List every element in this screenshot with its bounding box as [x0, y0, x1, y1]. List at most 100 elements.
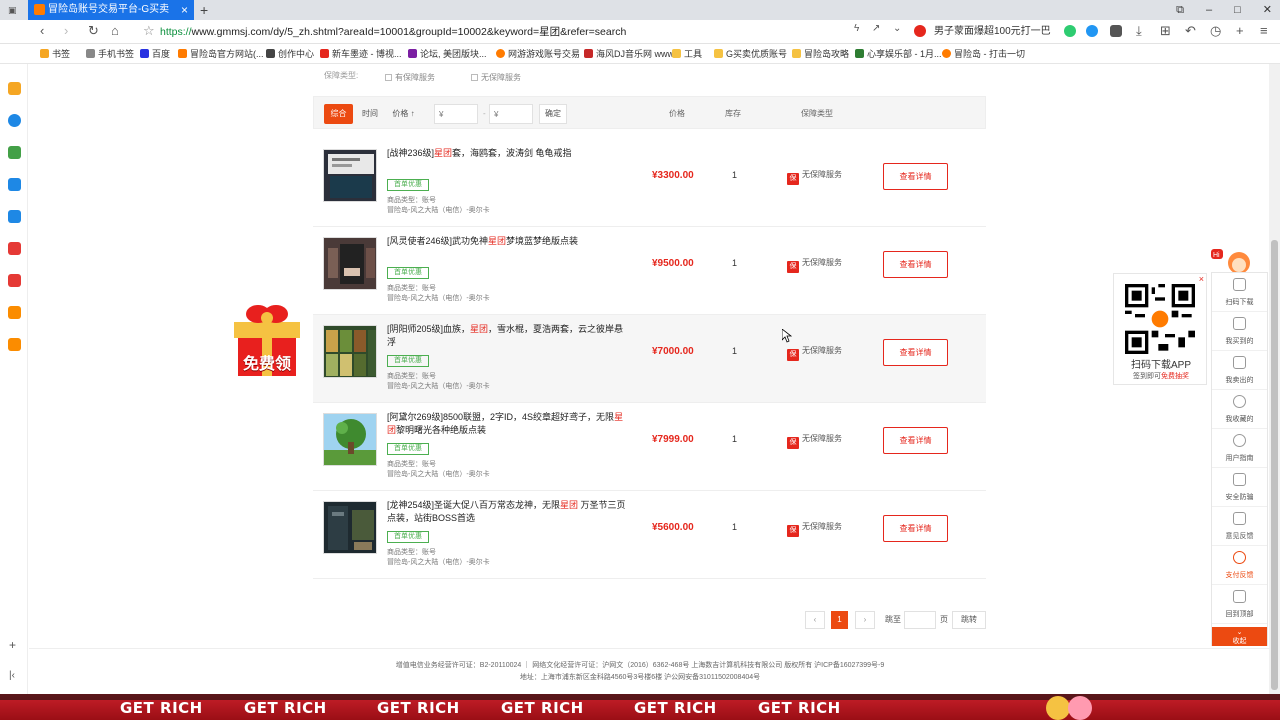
view-detail-button[interactable]: 查看详情 [883, 427, 948, 454]
history-icon[interactable]: ◷ [1210, 23, 1221, 39]
sort-composite-button[interactable]: 综合 [324, 104, 353, 124]
menu-icon[interactable]: ≡ [1260, 23, 1268, 38]
search-icon[interactable] [8, 306, 21, 319]
bookmark-item[interactable]: 冒险岛官方网站(... [178, 47, 264, 61]
checkbox-icon[interactable] [385, 74, 392, 81]
home-icon[interactable]: ⌂ [111, 23, 119, 38]
rightbar-anti-fraud[interactable]: 安全防骗 [1212, 468, 1267, 507]
extension-green-icon[interactable] [1064, 25, 1076, 37]
listing-row[interactable]: [阴阳师205级]血族，星团，雪水棍，夏浩两套，云之彼岸悬浮 首单优惠 商品类型… [313, 315, 986, 403]
price-max-input[interactable] [489, 104, 533, 124]
video-icon[interactable] [8, 242, 21, 255]
browser-tab-active[interactable]: 冒险岛账号交易平台-G买卖 × [28, 0, 194, 20]
bookmark-item[interactable]: 手机书签 [86, 47, 134, 61]
bookmark-folder[interactable]: G买卖优质账号 [714, 47, 787, 61]
app-download-card[interactable]: × 扫码下载APP 签到即可免费抽奖 [1113, 273, 1207, 385]
download-icon[interactable]: ⤓ [1136, 23, 1142, 39]
pager-page-1[interactable]: 1 [831, 611, 848, 629]
back-icon[interactable]: ‹ [40, 23, 44, 38]
price-min-input[interactable] [434, 104, 478, 124]
listing-title[interactable]: [风灵使者246级]武功免神星团梦境蓝梦绝版点装 [387, 235, 632, 248]
view-detail-button[interactable]: 查看详情 [883, 251, 948, 278]
listing-row[interactable]: [战神236级]星团套，海鸥套，波涛剑 龟龟戒指 首单优惠 商品类型：账号 冒险… [313, 139, 986, 227]
pager-jump-button[interactable]: 跳转 [952, 611, 986, 629]
rightbar-user-guide[interactable]: 用户指南 [1212, 429, 1267, 468]
restore-tab-icon[interactable]: ⧉ [1176, 0, 1184, 20]
bookmark-item[interactable]: 海风DJ音乐网 www... [584, 47, 681, 61]
rightbar-feedback[interactable]: 意见反馈 [1212, 507, 1267, 546]
forward-icon[interactable]: › [64, 23, 68, 38]
scrollbar-thumb[interactable] [1271, 240, 1278, 690]
listing-thumbnail[interactable] [323, 237, 377, 290]
hot-search-text[interactable]: 男子蒙面爆超100元打一巴 [934, 23, 1051, 41]
window-menu-icon[interactable]: ▣ [8, 5, 17, 16]
undo-icon[interactable]: ↶ [1185, 23, 1196, 39]
listing-title[interactable]: [战神236级]星团套，海鸥套，波涛剑 龟龟戒指 [387, 147, 632, 160]
listing-title[interactable]: [阴阳师205级]血族，星团，雪水棍，夏浩两套，云之彼岸悬浮 [387, 323, 632, 348]
extension-blue-icon[interactable] [1086, 25, 1098, 37]
cloud-icon[interactable] [8, 210, 21, 223]
filter-with-guarantee[interactable]: 有保障服务 [385, 72, 435, 83]
rightbar-payment-feedback[interactable]: 支付反馈 [1212, 546, 1267, 585]
add-icon[interactable]: + [1236, 23, 1244, 38]
listing-thumbnail[interactable] [323, 325, 377, 378]
pdf-icon[interactable] [8, 274, 21, 287]
chat-icon[interactable] [8, 146, 21, 159]
bookmark-item[interactable]: 创作中心 [266, 47, 314, 61]
pager-prev-button[interactable]: ‹ [805, 611, 825, 629]
view-detail-button[interactable]: 查看详情 [883, 515, 948, 542]
bookmark-item[interactable]: 书签 [40, 47, 70, 61]
bookmark-item[interactable]: 新车墨迹 - 博视... [320, 47, 402, 61]
maximize-icon[interactable]: □ [1234, 0, 1241, 20]
search-engine-icon[interactable] [914, 25, 926, 37]
price-confirm-button[interactable]: 确定 [539, 104, 567, 124]
new-tab-icon[interactable]: + [200, 0, 208, 20]
bookmark-item[interactable]: 网游游戏账号交易 [496, 47, 580, 61]
url-input[interactable]: https://www.gmmsj.com/dy/5_zh.shtml?area… [160, 23, 850, 41]
listing-thumbnail[interactable] [323, 149, 377, 202]
close-icon[interactable]: × [1199, 274, 1204, 284]
dropdown-icon[interactable]: ⌄ [893, 23, 901, 34]
listing-thumbnail[interactable] [323, 501, 377, 554]
bookmark-item[interactable]: 论坛, 美团版块... [408, 47, 487, 61]
filter-without-guarantee[interactable]: 无保障服务 [471, 72, 521, 83]
close-tab-icon[interactable]: × [181, 0, 188, 20]
listing-thumbnail[interactable] [323, 413, 377, 466]
rightbar-collapse-button[interactable]: ⌄ 收起 [1212, 627, 1267, 646]
notes-icon[interactable] [8, 338, 21, 351]
grid-icon[interactable]: ⊞ [1160, 23, 1171, 39]
listing-row[interactable]: [阿黛尔269级]8500联盟，2字ID，4S绞章超好鸢子，无限星团黎明曙光各种… [313, 403, 986, 491]
checkbox-icon[interactable] [471, 74, 478, 81]
lightning-icon[interactable]: ϟ [854, 23, 859, 34]
rightbar-back-to-top[interactable]: 回到顶部 [1212, 585, 1267, 624]
bookmark-folder[interactable]: 工具 [672, 47, 702, 61]
bookmark-folder[interactable]: 冒险岛攻略 [792, 47, 849, 61]
pager-next-button[interactable]: › [855, 611, 875, 629]
extension-dark-icon[interactable] [1110, 25, 1122, 37]
rightbar-bought[interactable]: 我买到的 [1212, 312, 1267, 351]
translate-icon[interactable] [8, 178, 21, 191]
sort-price-button[interactable]: 价格 ↑ [387, 104, 420, 124]
rightbar-favorites[interactable]: 我收藏的 [1212, 390, 1267, 429]
add-panel-icon[interactable]: + [9, 638, 16, 652]
bookmark-star-icon[interactable]: ☆ [143, 23, 155, 39]
view-detail-button[interactable]: 查看详情 [883, 163, 948, 190]
promo-banner[interactable]: GET RICH GET RICH GET RICH GET RICH GET … [0, 694, 1280, 720]
pager-page-input[interactable] [904, 611, 936, 629]
rightbar-sold[interactable]: 我卖出的 [1212, 351, 1267, 390]
mascot-icon[interactable]: Hi [1211, 247, 1257, 274]
reload-icon[interactable]: ↻ [88, 23, 99, 39]
close-window-icon[interactable]: ✕ [1263, 0, 1272, 20]
page-scrollbar[interactable] [1269, 64, 1280, 694]
favorites-icon[interactable] [8, 82, 21, 95]
listing-title[interactable]: [龙神254级]圣诞大促八百万常态龙神，无限星团 万圣节三页点装，站街BOSS首… [387, 499, 632, 524]
rightbar-scan-download[interactable]: 扫码下载 [1212, 273, 1267, 312]
free-gift-promo[interactable]: 免费领 [230, 300, 304, 380]
bookmark-item[interactable]: 百度 [140, 47, 170, 61]
sort-time-button[interactable]: 时间 [357, 104, 383, 124]
share-icon[interactable]: ↗ [872, 23, 880, 34]
listing-title[interactable]: [阿黛尔269级]8500联盟，2字ID，4S绞章超好鸢子，无限星团黎明曙光各种… [387, 411, 632, 436]
listing-row[interactable]: [风灵使者246级]武功免神星团梦境蓝梦绝版点装 首单优惠 商品类型：账号 冒险… [313, 227, 986, 315]
bookmark-item[interactable]: 冒险岛 - 打击一切 [942, 47, 1025, 61]
listing-row[interactable]: [龙神254级]圣诞大促八百万常态龙神，无限星团 万圣节三页点装，站街BOSS首… [313, 491, 986, 579]
